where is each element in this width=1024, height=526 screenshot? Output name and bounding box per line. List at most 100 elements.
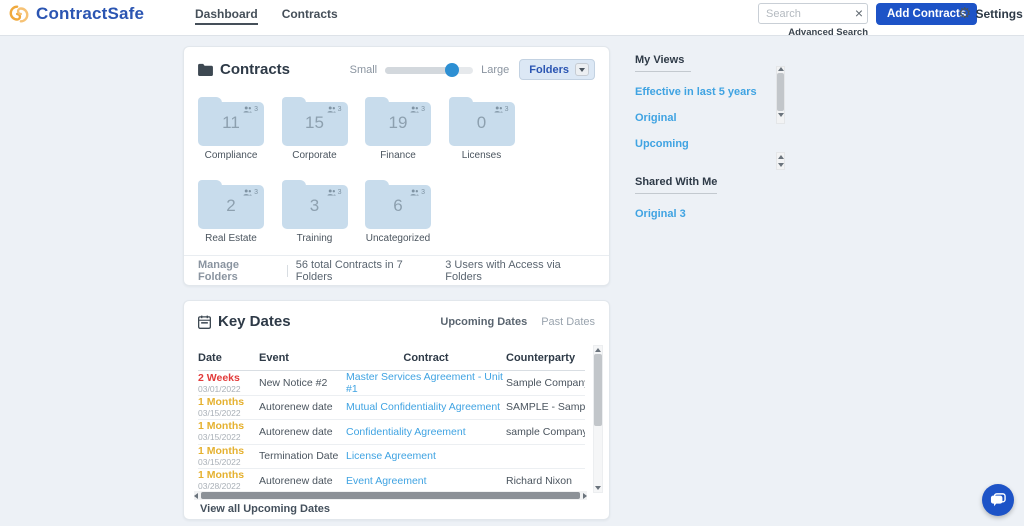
vertical-scroll-thumb[interactable] (594, 354, 602, 426)
total-contracts-stat: 56 total Contracts in 7 Folders (296, 259, 438, 283)
size-large-label: Large (481, 64, 509, 76)
folder-name: Licenses (449, 150, 515, 161)
date-cell: 1 Months 03/15/2022 (198, 397, 259, 418)
shared-scrollbar[interactable] (776, 152, 785, 170)
chevron-down-icon (575, 63, 589, 76)
folder-tile[interactable]: 0 3 Licenses (449, 96, 515, 161)
event-date: 03/28/2022 (198, 481, 259, 491)
contracts-card-header: Contracts Small Large Folders (184, 47, 609, 88)
folders-dropdown-label: Folders (529, 64, 569, 76)
folder-size-slider[interactable] (385, 63, 473, 77)
contract-link[interactable]: Mutual Confidentiality Agreement (346, 401, 506, 413)
my-views-scrollbar[interactable] (776, 66, 785, 124)
users-icon (327, 106, 336, 113)
date-cell: 1 Months 03/28/2022 (198, 470, 259, 491)
top-bar: ContractSafe Dashboard Contracts × Advan… (0, 0, 1024, 36)
contract-link[interactable]: License Agreement (346, 450, 506, 462)
folder-shape-icon: 2 3 (198, 185, 264, 229)
chat-widget-button[interactable] (982, 484, 1014, 516)
folder-users-badge: 3 (410, 189, 425, 196)
scroll-up-arrow-icon[interactable] (595, 348, 601, 352)
folder-contract-count: 2 (198, 196, 264, 216)
folder-contract-count: 19 (365, 113, 431, 133)
chat-bubble-icon (990, 493, 1006, 508)
saved-view-link[interactable]: Upcoming (635, 138, 775, 150)
key-dates-table: Date Event Contract Counterparty 2 Weeks… (198, 345, 585, 491)
users-icon (410, 189, 419, 196)
scroll-up-arrow-icon[interactable] (778, 155, 784, 159)
folder-users-badge: 3 (410, 106, 425, 113)
col-date: Date (198, 352, 259, 364)
event-name: New Notice #2 (259, 377, 346, 389)
tab-past-dates[interactable]: Past Dates (541, 316, 595, 328)
counterparty-name: Sample Company, Inc. (506, 377, 585, 389)
folder-users-badge: 3 (243, 189, 258, 196)
folder-tile[interactable]: 11 3 Compliance (198, 96, 264, 161)
users-icon (494, 106, 503, 113)
folder-name: Finance (365, 150, 431, 161)
saved-view-link[interactable]: Original (635, 112, 775, 124)
scroll-up-arrow-icon[interactable] (778, 67, 784, 71)
scroll-down-arrow-icon[interactable] (778, 113, 784, 117)
scroll-thumb[interactable] (777, 73, 784, 111)
search-input[interactable] (758, 3, 868, 24)
advanced-search-link[interactable]: Advanced Search (788, 27, 868, 38)
contracts-card-footer: Manage Folders 56 total Contracts in 7 F… (184, 255, 609, 285)
contractsafe-logo-icon (8, 3, 30, 25)
event-name: Autorenew date (259, 475, 346, 487)
folder-users-count: 3 (421, 106, 425, 113)
size-small-label: Small (350, 64, 378, 76)
scroll-down-arrow-icon[interactable] (595, 486, 601, 490)
col-contract: Contract (346, 352, 506, 364)
contracts-card-title: Contracts (220, 61, 290, 78)
key-dates-tabs: Upcoming Dates Past Dates (440, 316, 595, 328)
folders-dropdown[interactable]: Folders (519, 59, 595, 80)
key-dates-header: Key Dates Upcoming Dates Past Dates (184, 301, 609, 338)
view-all-upcoming-dates-link[interactable]: View all Upcoming Dates (200, 503, 330, 515)
contract-link[interactable]: Master Services Agreement - Unit #1 (346, 371, 506, 395)
brand-name: ContractSafe (36, 4, 144, 24)
scroll-down-arrow-icon[interactable] (778, 163, 784, 167)
event-name: Termination Date (259, 450, 346, 462)
key-date-row: 2 Weeks 03/01/2022 New Notice #2 Master … (198, 371, 585, 396)
col-counterparty: Counterparty (506, 352, 585, 364)
event-name: Autorenew date (259, 426, 346, 438)
clear-search-icon[interactable]: × (855, 5, 863, 22)
settings-button[interactable]: ⚙ Settings (958, 5, 1023, 23)
tab-upcoming-dates[interactable]: Upcoming Dates (440, 316, 527, 328)
date-cell: 1 Months 03/15/2022 (198, 446, 259, 467)
folder-name: Corporate (282, 150, 348, 161)
gear-icon: ⚙ (958, 5, 971, 23)
key-date-row: 1 Months 03/15/2022 Autorenew date Mutua… (198, 396, 585, 421)
event-name: Autorenew date (259, 401, 346, 413)
my-views-list: Effective in last 5 years Original Upcom… (635, 86, 775, 150)
folder-shape-icon: 19 3 (365, 102, 431, 146)
users-icon (243, 189, 252, 196)
contract-link[interactable]: Confidentiality Agreement (346, 426, 506, 438)
folder-tile[interactable]: 3 3 Training (282, 179, 348, 244)
users-icon (410, 106, 419, 113)
users-access-stat: 3 Users with Access via Folders (445, 259, 595, 283)
contract-link[interactable]: Event Agreement (346, 475, 506, 487)
table-body: 2 Weeks 03/01/2022 New Notice #2 Master … (198, 371, 585, 491)
manage-folders-link[interactable]: Manage Folders (198, 259, 279, 283)
nav-contracts[interactable]: Contracts (282, 7, 338, 25)
divider (287, 265, 288, 277)
saved-view-link[interactable]: Original 3 (635, 208, 775, 220)
folder-shape-icon: 3 3 (282, 185, 348, 229)
nav-dashboard[interactable]: Dashboard (195, 7, 258, 25)
slider-knob[interactable] (445, 63, 459, 77)
table-header-row: Date Event Contract Counterparty (198, 345, 585, 371)
folder-tile[interactable]: 19 3 Finance (365, 96, 431, 161)
folder-name: Training (282, 233, 348, 244)
table-vertical-scrollbar[interactable] (593, 345, 603, 493)
time-remaining: 2 Weeks (198, 373, 259, 384)
folder-tile[interactable]: 6 3 Uncategorized (365, 179, 431, 244)
saved-view-link[interactable]: Effective in last 5 years (635, 86, 775, 98)
folder-tile[interactable]: 15 3 Corporate (282, 96, 348, 161)
folder-tile[interactable]: 2 3 Real Estate (198, 179, 264, 244)
time-remaining: 1 Months (198, 470, 259, 481)
folder-shape-icon: 15 3 (282, 102, 348, 146)
calendar-icon (198, 315, 211, 329)
brand-logo[interactable]: ContractSafe (8, 3, 144, 25)
